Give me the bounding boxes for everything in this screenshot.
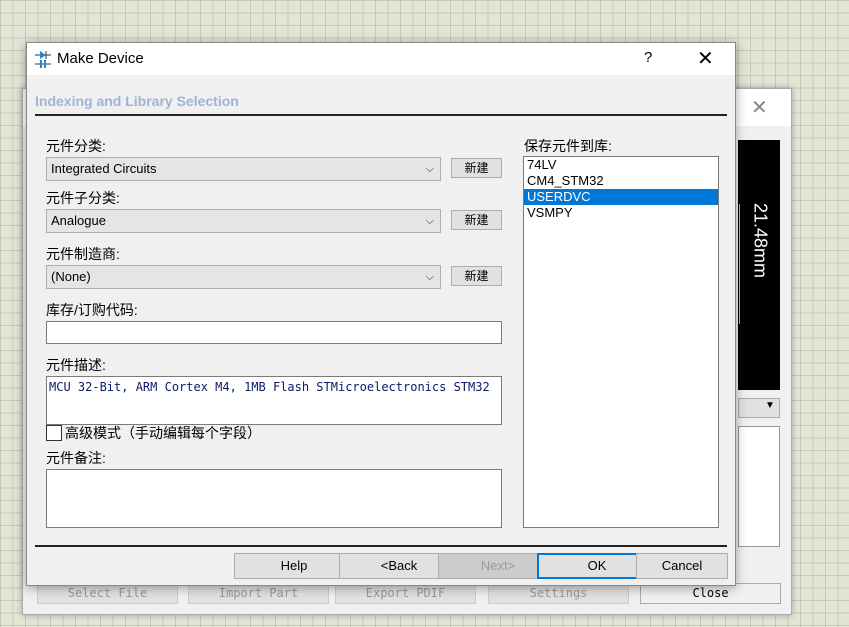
- dialog-title: Make Device: [57, 50, 144, 67]
- advanced-mode-label[interactable]: 高级模式（手动编辑每个字段）: [65, 423, 261, 443]
- manufacturer-value: (None): [51, 269, 91, 284]
- category-value: Integrated Circuits: [51, 161, 157, 176]
- background-list[interactable]: [738, 426, 780, 547]
- description-label: 元件描述:: [46, 357, 106, 373]
- category-label: 元件分类:: [46, 138, 106, 154]
- import-part-button[interactable]: Import Part: [188, 583, 329, 604]
- chevron-down-icon: ⌵: [425, 163, 434, 175]
- section-heading: Indexing and Library Selection: [35, 93, 239, 109]
- new-subcategory-button[interactable]: 新建: [451, 210, 502, 230]
- stock-code-label: 库存/订购代码:: [46, 302, 138, 318]
- select-file-button[interactable]: Select File: [37, 583, 178, 604]
- export-pdif-button[interactable]: Export PDIF: [335, 583, 476, 604]
- list-item[interactable]: 74LV: [524, 157, 718, 173]
- new-manufacturer-button[interactable]: 新建: [451, 266, 502, 286]
- new-category-button[interactable]: 新建: [451, 158, 502, 178]
- library-label: 保存元件到库:: [524, 138, 612, 154]
- description-input[interactable]: MCU 32-Bit, ARM Cortex M4, 1MB Flash STM…: [46, 376, 502, 425]
- chevron-down-icon: ⌵: [425, 271, 434, 283]
- subcategory-value: Analogue: [51, 213, 106, 228]
- chevron-down-icon: ▼: [765, 400, 775, 411]
- device-icon: [35, 51, 51, 68]
- close-icon[interactable]: ✕: [697, 46, 714, 71]
- close-button[interactable]: Close: [640, 583, 781, 604]
- category-select[interactable]: Integrated Circuits ⌵: [46, 157, 441, 181]
- notes-label: 元件备注:: [46, 450, 106, 466]
- subcategory-label: 元件子分类:: [46, 190, 120, 206]
- subcategory-select[interactable]: Analogue ⌵: [46, 209, 441, 233]
- chevron-down-icon: ⌵: [425, 215, 434, 227]
- make-device-dialog: Make Device ? ✕ Indexing and Library Sel…: [26, 42, 736, 586]
- cancel-button[interactable]: Cancel: [636, 553, 728, 579]
- notes-input[interactable]: [46, 469, 502, 528]
- help-button[interactable]: Help: [234, 553, 354, 579]
- list-item-selected[interactable]: USERDVC: [524, 189, 718, 205]
- advanced-mode-checkbox[interactable]: [46, 425, 62, 441]
- settings-button[interactable]: Settings: [488, 583, 629, 604]
- list-item[interactable]: VSMPY: [524, 205, 718, 221]
- help-icon[interactable]: ?: [644, 49, 652, 66]
- stock-code-input[interactable]: [46, 321, 502, 344]
- library-list[interactable]: 74LV CM4_STM32 USERDVC VSMPY: [523, 156, 719, 528]
- background-close-icon[interactable]: ✕: [751, 95, 768, 120]
- divider: [35, 114, 727, 116]
- dimension-label: 21.48mm: [750, 203, 771, 279]
- list-item[interactable]: CM4_STM32: [524, 173, 718, 189]
- manufacturer-label: 元件制造商:: [46, 246, 120, 262]
- divider: [35, 545, 727, 547]
- manufacturer-select[interactable]: (None) ⌵: [46, 265, 441, 289]
